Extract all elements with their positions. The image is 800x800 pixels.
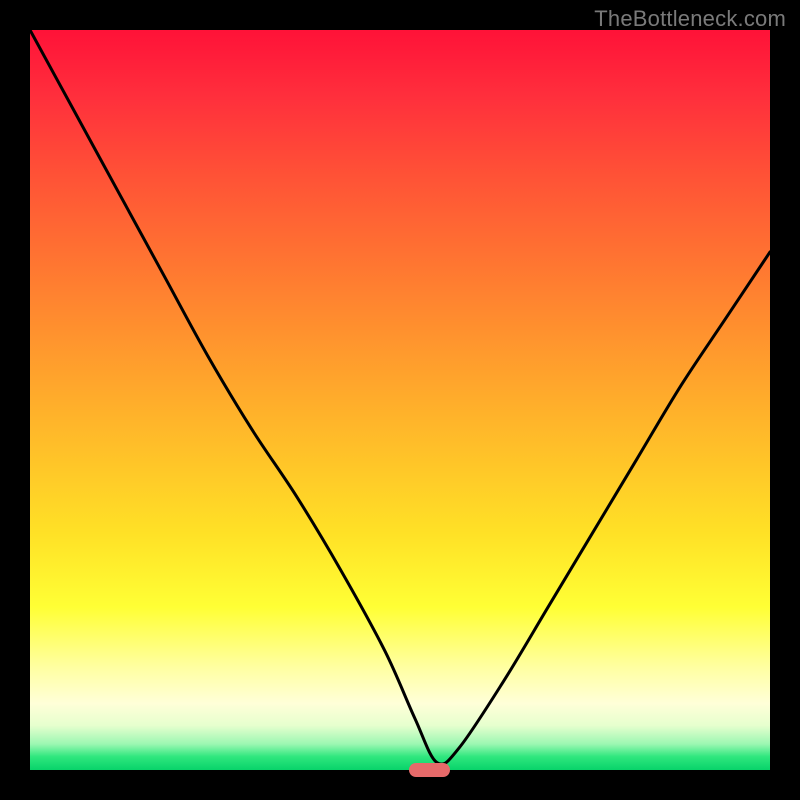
watermark-text: TheBottleneck.com	[594, 6, 786, 32]
plot-area	[30, 30, 770, 770]
bottleneck-curve	[30, 30, 770, 764]
chart-frame: TheBottleneck.com	[0, 0, 800, 800]
optimal-marker	[409, 763, 450, 777]
curve-svg	[30, 30, 770, 770]
